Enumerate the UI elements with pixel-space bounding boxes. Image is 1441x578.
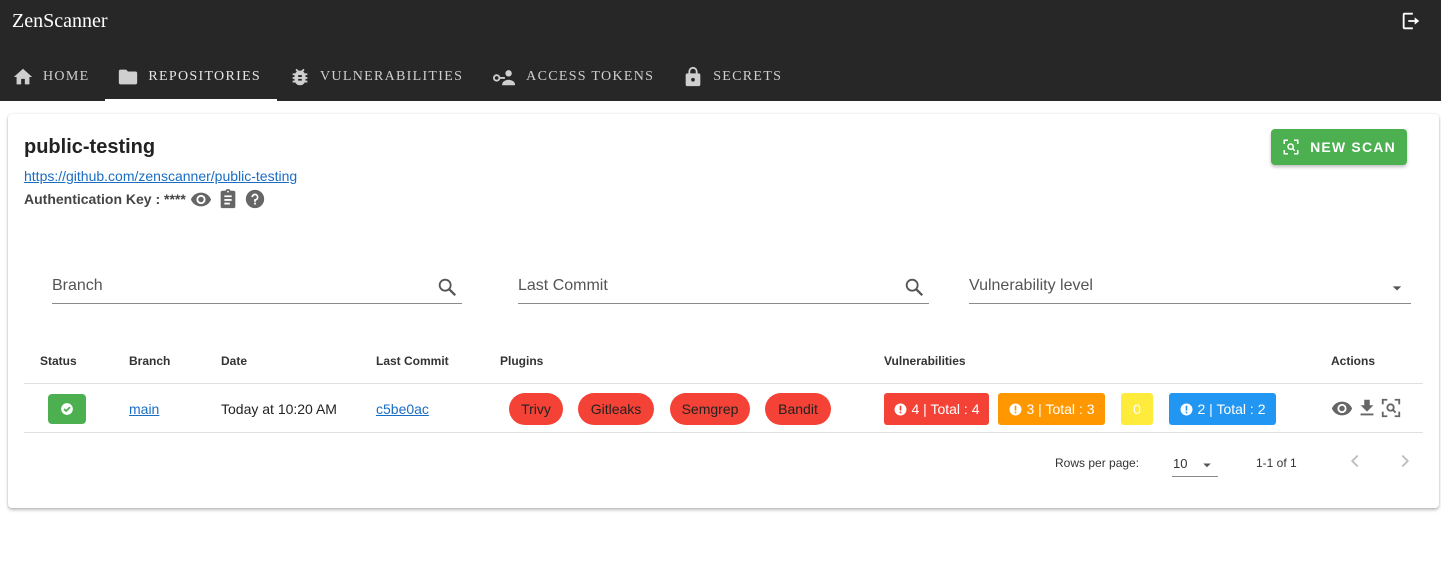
table-header: Status Branch Date Last Commit Plugins V… (24, 346, 1423, 384)
chevron-down-icon (1392, 286, 1402, 291)
repository-name: public-testing (24, 136, 156, 158)
row-actions (1330, 397, 1402, 419)
tab-access-tokens[interactable]: ACCESS TOKENS (479, 52, 670, 101)
tab-repositories[interactable]: REPOSITORIES (105, 52, 277, 101)
help-icon[interactable] (244, 188, 266, 210)
vulnerability-high-label: 3 | Total : 3 (1026, 401, 1095, 417)
header-plugins: Plugins (500, 354, 544, 368)
scans-table: Status Branch Date Last Commit Plugins V… (24, 346, 1423, 433)
rows-per-page-value: 10 (1173, 456, 1188, 471)
vulnerability-level-placeholder: Vulnerability level (969, 277, 1093, 294)
rows-per-page-label: Rows per page: (1055, 456, 1140, 470)
new-scan-button[interactable]: NEW SCAN (1271, 129, 1407, 165)
header-actions: Actions (1331, 354, 1376, 368)
vulnerability-high-badge[interactable]: 3 | Total : 3 (998, 393, 1105, 425)
plugin-chip: Trivy (509, 393, 563, 425)
scan-icon (1283, 139, 1299, 155)
logout-icon[interactable] (1400, 10, 1422, 32)
plugin-chip: Gitleaks (578, 393, 654, 425)
scan-icon[interactable] (1380, 397, 1402, 419)
alert-icon (894, 403, 906, 415)
chevron-down-icon (1203, 463, 1211, 468)
header-date: Date (221, 354, 248, 368)
vulnerability-low-label: 2 | Total : 2 (1197, 401, 1266, 417)
rows-per-page-select[interactable]: 10 (1172, 452, 1218, 477)
search-icon[interactable] (903, 276, 925, 298)
search-icon[interactable] (436, 276, 458, 298)
vulnerability-critical-badge[interactable]: 4 | Total : 4 (884, 393, 989, 425)
tab-vulnerabilities[interactable]: VULNERABILITIES (277, 52, 479, 101)
tab-vulnerabilities-label: VULNERABILITIES (320, 68, 464, 84)
plugin-chip: Bandit (765, 393, 831, 425)
branch-search-input[interactable]: Branch (52, 262, 462, 304)
tab-repositories-label: REPOSITORIES (148, 68, 262, 84)
download-icon[interactable] (1356, 397, 1378, 419)
header-status: Status (40, 354, 77, 368)
pagination-range: 1-1 of 1 (1256, 456, 1297, 470)
alert-icon (1180, 403, 1192, 415)
clipboard-icon[interactable] (218, 188, 238, 210)
plugin-chip: Semgrep (670, 393, 750, 425)
vulnerability-medium-label: 0 (1133, 401, 1141, 417)
folder-icon (119, 69, 138, 84)
branch-link[interactable]: main (129, 401, 159, 417)
access-token-icon (493, 69, 516, 85)
vulnerability-medium-badge[interactable]: 0 (1121, 393, 1153, 425)
alert-icon (1009, 403, 1021, 415)
authentication-key: Authentication Key : **** (24, 188, 266, 210)
vulnerability-level-select[interactable]: Vulnerability level (969, 262, 1411, 304)
header-branch: Branch (129, 354, 171, 368)
eye-icon[interactable] (190, 188, 212, 210)
check-circle-icon (61, 403, 73, 415)
authentication-key-label: Authentication Key : **** (24, 191, 186, 207)
vulnerability-critical-label: 4 | Total : 4 (911, 401, 980, 417)
header-vulnerabilities: Vulnerabilities (884, 354, 966, 368)
nav-tabs: HOME REPOSITORIES VULNERABILITIES ACCESS… (0, 52, 798, 101)
tab-secrets-label: SECRETS (713, 68, 783, 84)
home-icon (13, 68, 33, 84)
branch-placeholder: Branch (52, 277, 103, 294)
header-last-commit: Last Commit (376, 354, 449, 368)
eye-icon[interactable] (1330, 397, 1354, 419)
repository-card: public-testing https://github.com/zensca… (8, 114, 1439, 508)
commit-link[interactable]: c5be0ac (376, 401, 429, 417)
next-page-icon[interactable] (1394, 450, 1416, 472)
bug-icon (292, 68, 308, 85)
commit-placeholder: Last Commit (518, 277, 608, 294)
tab-access-tokens-label: ACCESS TOKENS (526, 68, 655, 84)
table-row: main Today at 10:20 AM c5be0ac Trivy Git… (24, 384, 1423, 433)
lock-icon (685, 66, 701, 86)
tab-home[interactable]: HOME (0, 52, 105, 101)
previous-page-icon[interactable] (1344, 450, 1366, 472)
tab-home-label: HOME (43, 68, 90, 84)
repository-url-link[interactable]: https://github.com/zenscanner/public-tes… (24, 168, 297, 184)
app-bar: ZenScanner HOME REPOSITORIES VULNERABILI… (0, 0, 1441, 101)
tab-secrets[interactable]: SECRETS (670, 52, 798, 101)
scan-date: Today at 10:20 AM (221, 401, 337, 417)
table-pagination: Rows per page: 10 1-1 of 1 (24, 447, 1423, 477)
vulnerability-low-badge[interactable]: 2 | Total : 2 (1169, 393, 1276, 425)
commit-search-input[interactable]: Last Commit (518, 262, 929, 304)
status-success-button[interactable] (48, 394, 86, 424)
new-scan-label: NEW SCAN (1310, 139, 1396, 155)
app-title: ZenScanner (12, 10, 108, 32)
